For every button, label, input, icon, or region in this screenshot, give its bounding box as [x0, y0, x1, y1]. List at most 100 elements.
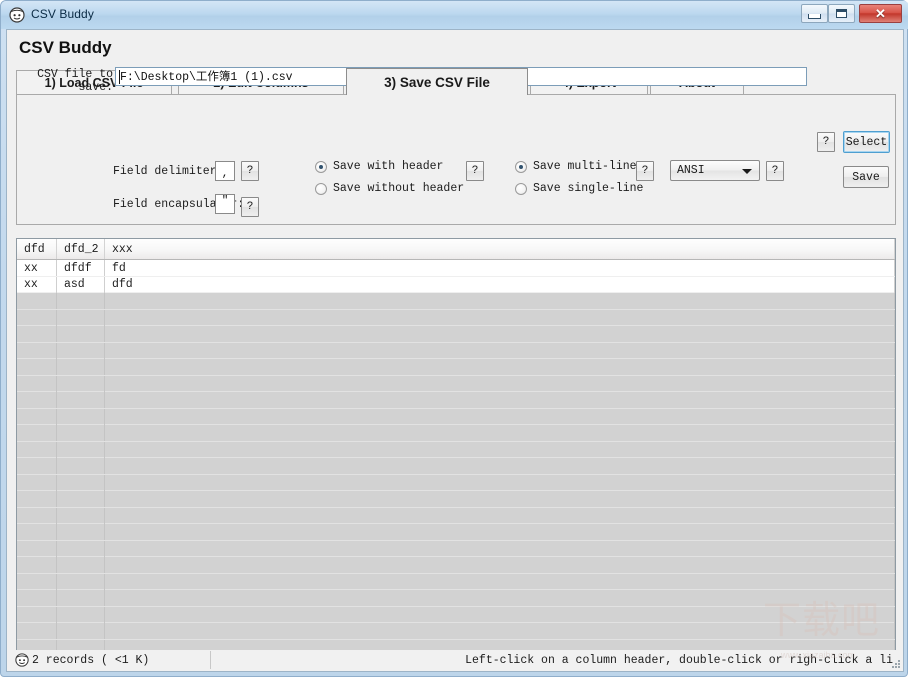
- data-grid[interactable]: dfd dfd_2 xxx xx dfdf fd xx asd dfd: [16, 238, 896, 670]
- title-bar[interactable]: CSV Buddy ✕: [1, 1, 908, 29]
- grid-cell[interactable]: [17, 458, 57, 474]
- table-row[interactable]: [17, 309, 895, 326]
- grid-cell[interactable]: [57, 359, 105, 375]
- grid-cell[interactable]: [57, 524, 105, 540]
- grid-cell[interactable]: [17, 359, 57, 375]
- grid-cell[interactable]: [57, 458, 105, 474]
- grid-cell[interactable]: [57, 293, 105, 309]
- table-row[interactable]: [17, 573, 895, 590]
- grid-column-header[interactable]: dfd: [17, 239, 57, 259]
- grid-cell[interactable]: [105, 392, 895, 408]
- table-row[interactable]: [17, 359, 895, 376]
- table-row[interactable]: [17, 606, 895, 623]
- grid-cell[interactable]: [105, 441, 895, 458]
- grid-cell[interactable]: [17, 590, 57, 606]
- grid-cell[interactable]: [57, 590, 105, 606]
- grid-cell[interactable]: [57, 342, 105, 359]
- grid-cell[interactable]: [17, 606, 57, 623]
- table-row[interactable]: [17, 425, 895, 442]
- grid-cell[interactable]: [105, 623, 895, 639]
- table-row[interactable]: [17, 623, 895, 640]
- grid-body[interactable]: xx dfdf fd xx asd dfd: [17, 260, 895, 669]
- grid-cell[interactable]: [57, 507, 105, 524]
- grid-cell[interactable]: [17, 375, 57, 392]
- radio-save-multi-line[interactable]: Save multi-line: [515, 160, 637, 173]
- grid-cell[interactable]: [105, 326, 895, 342]
- grid-cell[interactable]: [57, 623, 105, 639]
- table-row[interactable]: [17, 590, 895, 607]
- header-option-help-button[interactable]: ?: [466, 161, 484, 181]
- grid-cell[interactable]: [105, 606, 895, 623]
- grid-cell[interactable]: [17, 342, 57, 359]
- grid-cell[interactable]: [105, 408, 895, 425]
- encoding-select[interactable]: ANSI: [670, 160, 760, 181]
- radio-save-without-header[interactable]: Save without header: [315, 182, 464, 195]
- grid-cell[interactable]: [105, 458, 895, 474]
- grid-header-row[interactable]: dfd dfd_2 xxx: [17, 239, 895, 260]
- close-button[interactable]: ✕: [859, 4, 902, 23]
- grid-column-header[interactable]: xxx: [105, 239, 895, 259]
- grid-cell[interactable]: [57, 573, 105, 590]
- grid-cell[interactable]: [105, 491, 895, 507]
- grid-cell[interactable]: [105, 342, 895, 359]
- table-row[interactable]: [17, 408, 895, 425]
- grid-cell[interactable]: [57, 557, 105, 573]
- field-delimiter-help-button[interactable]: ?: [241, 161, 259, 181]
- table-row[interactable]: [17, 441, 895, 458]
- grid-cell[interactable]: [17, 392, 57, 408]
- grid-cell[interactable]: [17, 540, 57, 557]
- grid-cell[interactable]: xx: [17, 276, 57, 293]
- table-row[interactable]: [17, 474, 895, 491]
- select-button[interactable]: Select: [843, 131, 890, 153]
- maximize-button[interactable]: [828, 4, 855, 23]
- grid-cell[interactable]: [105, 425, 895, 441]
- resize-grip-icon[interactable]: [889, 657, 901, 669]
- grid-cell[interactable]: [105, 474, 895, 491]
- grid-cell[interactable]: [17, 474, 57, 491]
- table-row[interactable]: [17, 491, 895, 508]
- grid-cell[interactable]: [105, 359, 895, 375]
- grid-cell[interactable]: [17, 309, 57, 326]
- grid-cell[interactable]: [57, 606, 105, 623]
- csv-file-help-button[interactable]: ?: [817, 132, 835, 152]
- minimize-button[interactable]: [801, 4, 828, 23]
- table-row[interactable]: [17, 326, 895, 343]
- table-row[interactable]: xx dfdf fd: [17, 260, 895, 277]
- grid-cell[interactable]: [17, 557, 57, 573]
- grid-cell[interactable]: [17, 408, 57, 425]
- grid-cell[interactable]: fd: [105, 260, 895, 276]
- table-row[interactable]: [17, 375, 895, 392]
- grid-cell[interactable]: [17, 441, 57, 458]
- grid-cell[interactable]: [17, 491, 57, 507]
- grid-cell[interactable]: [17, 326, 57, 342]
- radio-save-single-line[interactable]: Save single-line: [515, 182, 643, 195]
- grid-cell[interactable]: [105, 309, 895, 326]
- grid-cell[interactable]: [57, 441, 105, 458]
- grid-cell[interactable]: [17, 507, 57, 524]
- grid-cell[interactable]: [105, 507, 895, 524]
- grid-cell[interactable]: [57, 375, 105, 392]
- grid-cell[interactable]: [105, 293, 895, 309]
- grid-cell[interactable]: [17, 623, 57, 639]
- grid-cell[interactable]: [17, 425, 57, 441]
- radio-save-with-header[interactable]: Save with header: [315, 160, 443, 173]
- table-row[interactable]: xx asd dfd: [17, 276, 895, 293]
- grid-cell[interactable]: [105, 540, 895, 557]
- grid-cell[interactable]: [57, 408, 105, 425]
- grid-cell[interactable]: [17, 524, 57, 540]
- tab-save-csv-file[interactable]: 3) Save CSV File: [346, 68, 528, 95]
- field-delimiter-input[interactable]: ,: [215, 161, 235, 181]
- grid-cell[interactable]: [57, 425, 105, 441]
- grid-cell[interactable]: [105, 557, 895, 573]
- grid-column-header[interactable]: dfd_2: [57, 239, 105, 259]
- encoding-help-button[interactable]: ?: [766, 161, 784, 181]
- grid-cell[interactable]: [105, 375, 895, 392]
- grid-cell[interactable]: [17, 573, 57, 590]
- grid-cell[interactable]: [57, 326, 105, 342]
- save-button[interactable]: Save: [843, 166, 889, 188]
- grid-cell[interactable]: asd: [57, 276, 105, 293]
- grid-cell[interactable]: [57, 309, 105, 326]
- grid-cell[interactable]: [57, 474, 105, 491]
- grid-cell[interactable]: [105, 573, 895, 590]
- table-row[interactable]: [17, 557, 895, 574]
